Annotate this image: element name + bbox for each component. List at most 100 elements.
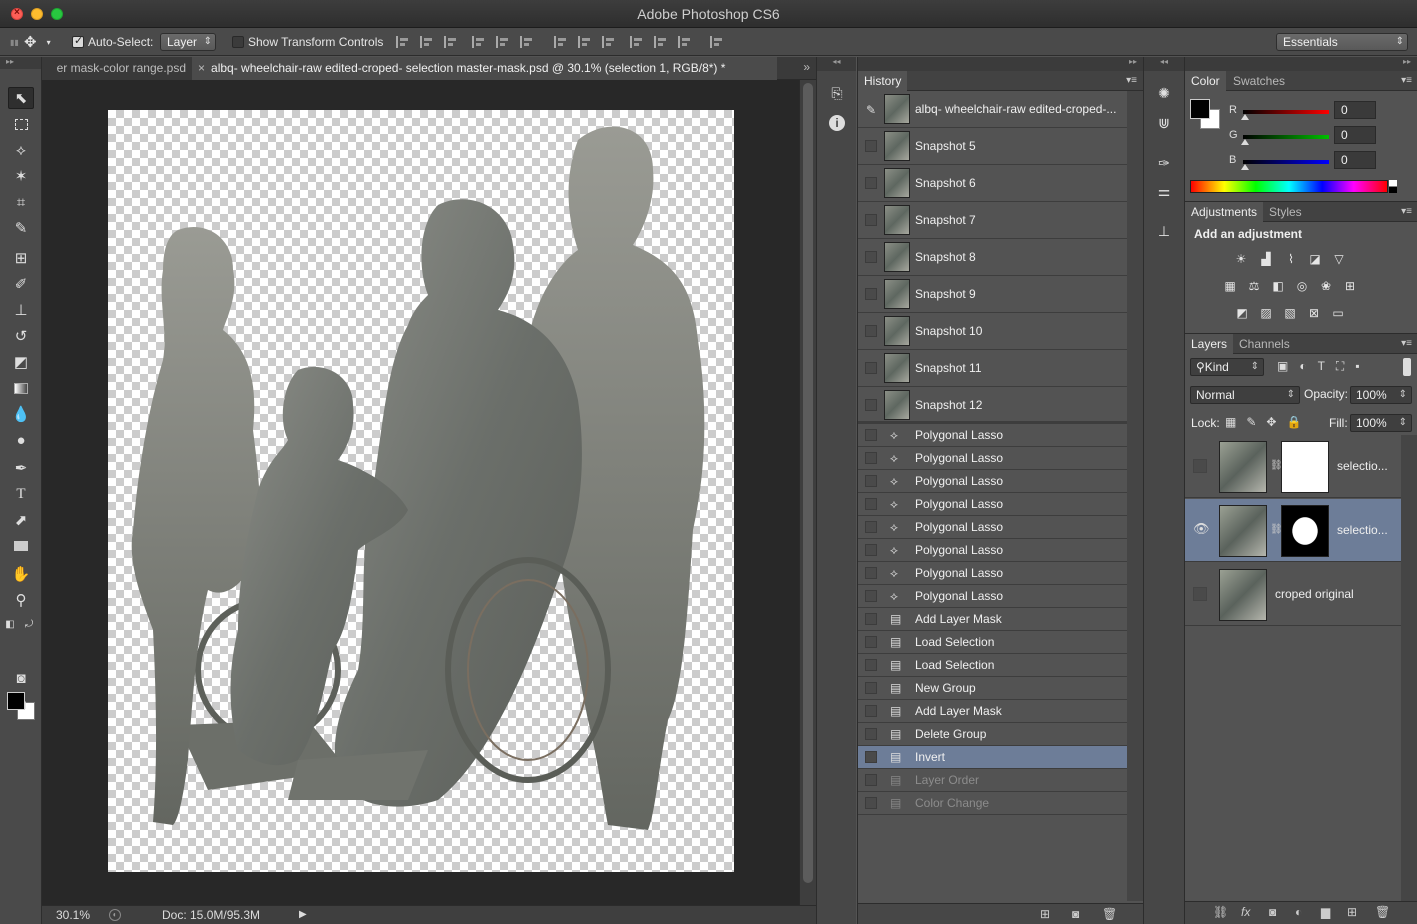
tab-overflow-icon[interactable]: »	[803, 60, 810, 74]
brightness-contrast-icon[interactable]: ☀	[1233, 252, 1249, 266]
panel-menu-icon[interactable]: ▾≡	[1401, 206, 1412, 217]
dodge-tool-icon[interactable]: ●	[8, 429, 34, 451]
align-horizontal-centers-icon[interactable]	[496, 36, 510, 48]
marquee-tool-icon[interactable]	[8, 113, 34, 135]
history-state[interactable]: ⟡ Polygonal Lasso	[858, 470, 1127, 493]
layer-row[interactable]: croped original	[1185, 563, 1401, 626]
panel-menu-icon[interactable]: ▾≡	[1401, 75, 1412, 86]
blue-slider-track[interactable]	[1243, 160, 1329, 164]
history-snapshot[interactable]: Snapshot 12	[858, 387, 1127, 424]
layer-filter-icons[interactable]: ▣◐T⛶▪	[1277, 359, 1371, 374]
layers-scrollbar[interactable]	[1401, 435, 1417, 901]
history-source-checkbox[interactable]	[865, 452, 877, 464]
foreground-color-swatch[interactable]	[7, 692, 25, 710]
panel-menu-icon[interactable]: ▾≡	[1401, 338, 1412, 349]
type-tool-icon[interactable]: T	[8, 483, 34, 505]
history-snapshot[interactable]: Snapshot 5	[858, 128, 1127, 165]
canvas-vertical-scrollbar[interactable]	[799, 80, 816, 905]
green-slider-knob[interactable]	[1241, 139, 1249, 145]
history-state-current[interactable]: ▤ Invert	[858, 746, 1127, 769]
filter-toggle-switch[interactable]	[1403, 358, 1411, 376]
history-source-checkbox[interactable]	[865, 399, 877, 411]
gradient-map-icon[interactable]: ▭	[1330, 306, 1346, 320]
history-snapshot[interactable]: Snapshot 10	[858, 313, 1127, 350]
move-tool-preset-picker[interactable]: ✥ ▾	[24, 33, 51, 51]
brush-presets-icon[interactable]: ⋓	[1154, 113, 1174, 133]
create-snapshot-icon[interactable]: ◙	[1072, 907, 1079, 921]
auto-align-layers-icon[interactable]	[710, 36, 724, 48]
color-balance-icon[interactable]: ⚖	[1246, 279, 1262, 293]
opacity-field[interactable]: 100%	[1350, 386, 1412, 404]
eraser-tool-icon[interactable]: ◩	[8, 351, 34, 373]
quick-mask-icon[interactable]: ◙	[8, 667, 34, 689]
eye-icon[interactable]: 👁	[1193, 522, 1210, 537]
history-state[interactable]: ▤ Load Selection	[858, 631, 1127, 654]
history-source-checkbox[interactable]	[865, 325, 877, 337]
invert-icon[interactable]: ◩	[1234, 306, 1250, 320]
pen-tool-icon[interactable]: ✒	[8, 457, 34, 479]
swap-colors-icon[interactable]: ⤾	[22, 613, 36, 635]
history-source-checkbox[interactable]	[865, 682, 877, 694]
layer-thumbnail[interactable]	[1219, 441, 1267, 493]
history-source-checkbox[interactable]	[865, 774, 877, 786]
color-panel-foreground-swatch[interactable]	[1190, 99, 1210, 119]
crop-tool-icon[interactable]: ⌗	[8, 191, 34, 213]
delete-layer-icon[interactable]: 🗑	[1375, 905, 1390, 919]
red-slider-track[interactable]	[1243, 110, 1329, 114]
visibility-toggle[interactable]	[1193, 459, 1207, 473]
history-state[interactable]: ⟡ Polygonal Lasso	[858, 516, 1127, 539]
fill-field[interactable]: 100%	[1350, 414, 1412, 432]
new-document-from-state-icon[interactable]: ⊞	[1040, 907, 1050, 921]
history-state-undone[interactable]: ▤ Layer Order	[858, 769, 1127, 792]
zoom-tool-icon[interactable]: ⚲	[8, 589, 34, 611]
history-state[interactable]: ▤ Add Layer Mask	[858, 700, 1127, 723]
scrollbar-thumb[interactable]	[803, 83, 813, 883]
layer-thumbnail[interactable]	[1219, 505, 1267, 557]
adjustment-layer-icon[interactable]: ◐	[1295, 905, 1302, 919]
history-state[interactable]: ⟡ Polygonal Lasso	[858, 562, 1127, 585]
layer-row[interactable]: ⛓ selectio...	[1185, 435, 1401, 498]
history-state[interactable]: ▤ Delete Group	[858, 723, 1127, 746]
green-slider-track[interactable]	[1243, 135, 1329, 139]
auto-select-checkbox[interactable]: Auto-Select:	[72, 33, 153, 51]
history-source-checkbox[interactable]	[865, 728, 877, 740]
new-layer-icon[interactable]: ⊞	[1347, 905, 1357, 919]
tool-presets-icon[interactable]: ✑	[1154, 153, 1174, 173]
new-group-icon[interactable]: ▆	[1321, 905, 1330, 919]
eyedropper-tool-icon[interactable]: ✎	[8, 217, 34, 239]
history-panel-icon[interactable]: ⎘	[827, 83, 847, 103]
history-snapshot[interactable]: Snapshot 11	[858, 350, 1127, 387]
threshold-icon[interactable]: ▧	[1282, 306, 1298, 320]
distribute-bottom-edges-icon[interactable]	[602, 36, 616, 48]
document-tab-active[interactable]: × albq- wheelchair-raw edited-croped- sel…	[192, 57, 777, 80]
default-colors-icon[interactable]: ◧	[3, 613, 17, 635]
status-menu-arrow-icon[interactable]: ▶	[299, 909, 307, 920]
toolbar-collapse-icon[interactable]: ▸▸	[0, 57, 41, 69]
history-source-checkbox[interactable]	[865, 214, 877, 226]
link-layers-icon[interactable]: ⛓	[1213, 905, 1228, 919]
history-source-checkbox[interactable]	[865, 659, 877, 671]
history-source-checkbox[interactable]	[865, 251, 877, 263]
history-snapshot[interactable]: Snapshot 7	[858, 202, 1127, 239]
lasso-tool-icon[interactable]: ⟡	[8, 139, 34, 161]
vibrance-icon[interactable]: ▽	[1331, 252, 1347, 266]
history-source-checkbox[interactable]	[865, 590, 877, 602]
distribute-horizontal-centers-icon[interactable]	[654, 36, 668, 48]
history-source-checkbox[interactable]	[865, 797, 877, 809]
zoom-level[interactable]: 30.1%	[56, 908, 90, 922]
status-info-icon[interactable]: ◐	[109, 909, 121, 921]
blue-value-field[interactable]: 0	[1334, 151, 1376, 169]
layer-mask-thumbnail[interactable]	[1281, 441, 1329, 493]
canvas-area[interactable]	[42, 80, 799, 905]
layer-name[interactable]: selectio...	[1337, 523, 1388, 537]
blue-slider[interactable]: B 0	[1229, 151, 1414, 174]
history-source-snapshot[interactable]: ✎ albq- wheelchair-raw edited-croped-...	[858, 91, 1127, 128]
document-tab[interactable]: er mask-color range.psd	[42, 57, 192, 80]
green-value-field[interactable]: 0	[1334, 126, 1376, 144]
hue-saturation-icon[interactable]: ▦	[1222, 279, 1238, 293]
history-source-checkbox[interactable]	[865, 362, 877, 374]
workspace-dropdown[interactable]: Essentials	[1276, 33, 1408, 51]
history-source-checkbox[interactable]	[865, 429, 877, 441]
history-state[interactable]: ⟡ Polygonal Lasso	[858, 585, 1127, 608]
color-lookup-icon[interactable]: ⊞	[1342, 279, 1358, 293]
